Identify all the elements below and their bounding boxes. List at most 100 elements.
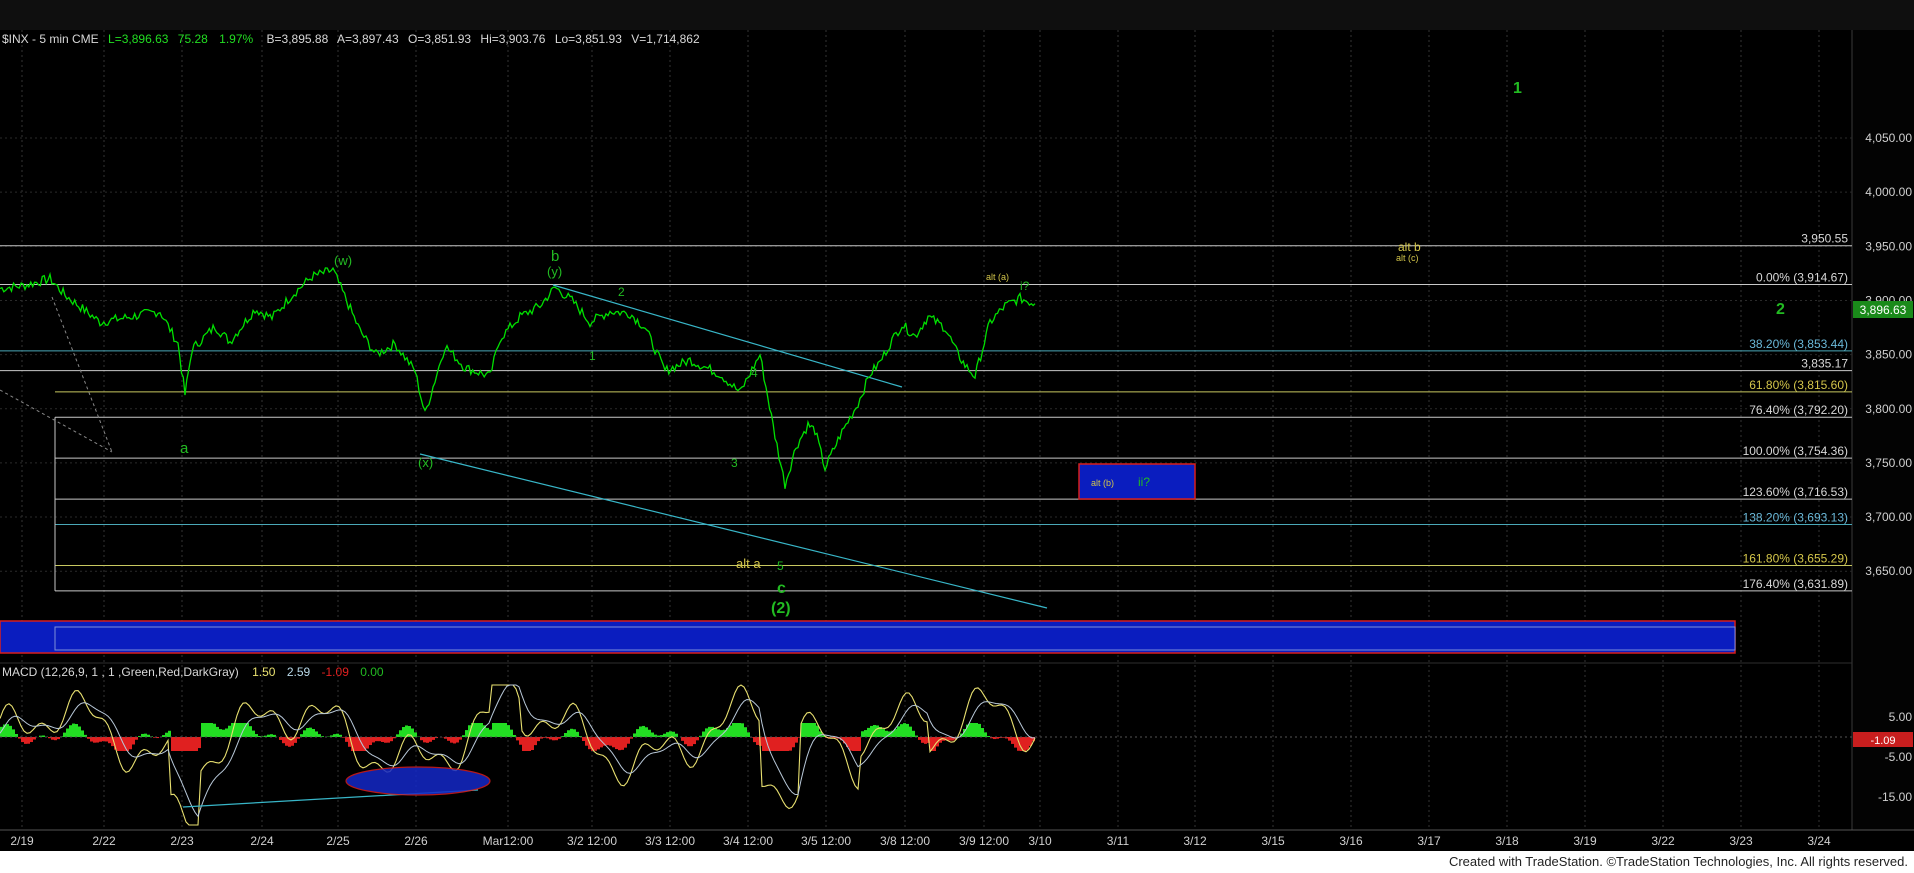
macd-histogram-bar <box>129 737 132 750</box>
macd-header: MACD (12,26,9, 1 , 1 ,Green,Red,DarkGray… <box>2 665 384 679</box>
macd-histogram-bar <box>606 737 609 746</box>
macd-histogram-bar <box>777 737 780 751</box>
time-axis-label: 3/23 <box>1729 834 1753 848</box>
macd-histogram-bar <box>537 737 540 742</box>
macd-histogram-bar <box>732 723 735 737</box>
macd-histogram-bar <box>492 723 495 737</box>
macd-histogram-bar <box>117 737 120 751</box>
macd-histogram-bar <box>510 729 513 737</box>
macd-histogram-bar <box>813 723 816 737</box>
macd-histogram-bar <box>465 730 468 737</box>
macd-histogram-bar <box>1026 737 1029 750</box>
macd-histogram-bar <box>12 729 15 737</box>
macd-histogram-bar <box>450 737 453 743</box>
time-axis-label: 3/8 12:00 <box>880 834 930 848</box>
wave-b: b <box>551 248 559 265</box>
macd-histogram-bar <box>93 737 96 743</box>
macd-value-2: 2.59 <box>287 665 311 679</box>
macd-histogram-bar <box>204 723 207 737</box>
macd-histogram-bar <box>399 730 402 737</box>
macd-histogram-bar <box>306 728 309 737</box>
fib-level-label: 100.00% (3,754.36) <box>1743 444 1848 458</box>
macd-histogram-bar <box>237 723 240 737</box>
macd-histogram-bar <box>948 737 951 741</box>
macd-histogram-bar <box>282 737 285 744</box>
fib-level-label: 0.00% (3,914.67) <box>1756 271 1848 285</box>
macd-histogram-bar <box>744 727 747 737</box>
time-axis-label: 3/10 <box>1028 834 1052 848</box>
macd-histogram-bar <box>195 737 198 751</box>
macd-histogram-bar <box>627 737 630 744</box>
macd-label: MACD (12,26,9, 1 , 1 ,Green,Red,DarkGray… <box>2 665 239 679</box>
macd-histogram-bar <box>882 729 885 737</box>
macd-histogram-bar <box>474 723 477 737</box>
price-axis-label: 4,050.00 <box>1865 131 1912 145</box>
macd-histogram-bar <box>453 737 456 744</box>
macd-histogram-bar <box>858 737 861 751</box>
wave-5: 5 <box>777 559 784 573</box>
macd-histogram-bar <box>69 725 72 737</box>
macd-histogram-bar <box>354 737 357 751</box>
macd-histogram-bar <box>657 735 660 737</box>
macd-histogram-bar <box>1008 737 1011 741</box>
macd-histogram-bar <box>534 737 537 746</box>
header-bid: B=3,895.88 <box>267 32 329 46</box>
price-axis-label: 4,000.00 <box>1865 185 1912 199</box>
macd-histogram-bar <box>186 737 189 751</box>
macd-histogram-bar <box>786 737 789 751</box>
macd-histogram-bar <box>573 729 576 737</box>
time-axis-label: 2/25 <box>326 834 350 848</box>
macd-histogram-bar <box>495 723 498 737</box>
macd-histogram-bar <box>609 737 612 746</box>
macd-histogram-bar <box>78 726 81 737</box>
fib-level-label: 138.20% (3,693.13) <box>1743 510 1848 524</box>
wave-a: a <box>180 440 189 457</box>
macd-histogram-bar <box>924 737 927 744</box>
time-axis-label: 3/18 <box>1495 834 1519 848</box>
macd-histogram-bar <box>849 737 852 751</box>
macd-divergence-ellipse <box>345 766 491 796</box>
macd-histogram-bar <box>402 727 405 737</box>
macd-histogram-bar <box>645 727 648 737</box>
macd-histogram-bar <box>975 723 978 737</box>
fib-level-label: 3,950.55 <box>1801 232 1848 246</box>
header-open: O=3,851.93 <box>408 32 471 46</box>
macd-histogram-bar <box>192 737 195 751</box>
footer-credit: Created with TradeStation. ©TradeStation… <box>1448 854 1908 869</box>
time-axis-label: 3/22 <box>1651 834 1675 848</box>
macd-histogram-bar <box>753 737 756 743</box>
header-last: L=3,896.63 <box>108 32 169 46</box>
macd-histogram-bar <box>252 730 255 737</box>
wave-big-1: 1 <box>1513 80 1522 97</box>
price-axis-label: 3,750.00 <box>1865 456 1912 470</box>
macd-histogram-bar <box>381 737 384 742</box>
time-axis-label: 2/24 <box>250 834 274 848</box>
wave-3: 3 <box>731 456 738 470</box>
macd-histogram-bar <box>612 737 615 748</box>
macd-histogram-bar <box>981 728 984 737</box>
time-axis-label: 3/2 12:00 <box>567 834 617 848</box>
macd-histogram-bar <box>387 737 390 743</box>
macd-histogram-bar <box>567 730 570 737</box>
macd-histogram-bar <box>180 737 183 751</box>
macd-current-tag: -1.09 <box>1870 735 1895 747</box>
macd-histogram-bar <box>57 737 60 740</box>
macd-histogram-bar <box>87 737 90 739</box>
fib-level-label: 176.40% (3,631.89) <box>1743 577 1848 591</box>
header-change: 75.28 <box>178 32 208 46</box>
wave-alt-b: alt b <box>1398 240 1421 254</box>
time-axis-label: 3/24 <box>1807 834 1831 848</box>
macd-histogram-bar <box>624 737 627 748</box>
macd-histogram-bar <box>1023 737 1026 751</box>
fib-level-label: 3,835.17 <box>1801 357 1848 371</box>
macd-histogram-bar <box>201 723 204 737</box>
macd-histogram-bar <box>366 737 369 749</box>
price-axis-label: 3,800.00 <box>1865 402 1912 416</box>
macd-histogram-bar <box>315 731 318 737</box>
macd-histogram-bar <box>897 726 900 737</box>
macd-histogram-bar <box>225 728 228 737</box>
wave-2: 2 <box>618 285 625 299</box>
macd-histogram-bar <box>795 737 798 743</box>
price-axis-labels: 4,050.004,000.003,950.003,900.003,850.00… <box>1865 131 1912 578</box>
macd-histogram-bar <box>99 737 102 742</box>
